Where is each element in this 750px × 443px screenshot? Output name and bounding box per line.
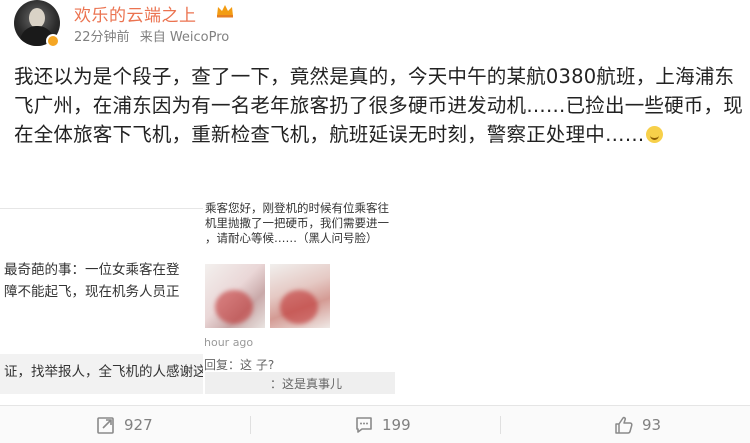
screenshot-left-line-2: 障不能起飞，现在机务人员正 — [4, 284, 180, 300]
post-body: 我还以为是个段子，查了一下，竟然是真的，今天中午的某航0380航班，上海浦东飞广… — [14, 65, 743, 146]
repost-count: 927 — [124, 416, 153, 434]
action-divider — [250, 416, 251, 434]
verified-badge-icon — [46, 34, 60, 48]
overlay-reply-2: ：这是真事儿 — [270, 377, 343, 391]
screenshot-left-line-1: 最奇葩的事：一位女乘客在登 — [4, 262, 180, 278]
like-button[interactable]: 93 — [614, 406, 661, 443]
post-text: 我还以为是个段子，查了一下，竟然是真的，今天中午的某航0380航班，上海浦东飞广… — [14, 62, 744, 149]
like-count: 93 — [642, 416, 662, 434]
comment-icon — [356, 417, 372, 433]
tired-face-emoji-icon — [646, 126, 664, 143]
post-source[interactable]: 来自 WeicoPro — [140, 30, 230, 45]
thumbs-up-icon — [615, 416, 633, 434]
username[interactable]: 欢乐的云端之上 — [74, 1, 197, 26]
post-time: 22分钟前 — [74, 30, 130, 45]
action-divider — [500, 416, 501, 434]
action-bar: 927 199 93 — [0, 405, 750, 443]
overlay-time: hour ago — [204, 336, 254, 349]
post-meta: 22分钟前 来自 WeicoPro — [74, 26, 235, 45]
comment-count: 199 — [382, 416, 411, 434]
member-crown-icon — [217, 5, 233, 18]
overlay-line-1: 乘客您好，刚登机的时候有位乘客往 — [205, 201, 389, 215]
overlay-line-2: 机里抛撒了一把硬币，我们需要进一 — [205, 216, 389, 230]
overlay-reply-1: 回复：这 子? — [204, 358, 275, 372]
repost-icon — [97, 417, 114, 434]
blurred-photo-right[interactable] — [270, 264, 330, 328]
avatar-face — [29, 8, 45, 28]
overlay-line-3: ，请耐心等候……（黑人问号脸） — [205, 231, 378, 245]
blurred-photo-left[interactable] — [205, 264, 265, 328]
comment-button[interactable]: 199 — [354, 406, 411, 443]
screenshot-left-line-3: 证，找举报人，全飞机的人感谢这 — [4, 364, 207, 380]
repost-button[interactable]: 927 — [96, 406, 153, 443]
